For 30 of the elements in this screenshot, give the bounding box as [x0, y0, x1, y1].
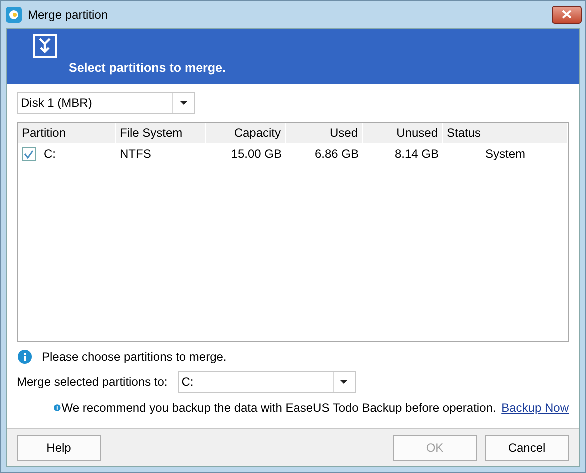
info-icon — [18, 350, 32, 364]
column-header[interactable]: Used — [286, 123, 363, 143]
merge-target-label: Merge selected partitions to: — [17, 375, 168, 389]
caret-icon — [180, 101, 188, 105]
caret-icon — [340, 380, 348, 384]
table-cell: 15.00 GB — [231, 147, 282, 161]
hint-text: Please choose partitions to merge. — [42, 350, 227, 364]
column-header[interactable]: Unused — [363, 123, 443, 143]
table-cell: 8.14 GB — [394, 147, 439, 161]
close-button[interactable] — [552, 6, 582, 24]
table-cell: C: — [44, 147, 56, 161]
column-header[interactable]: Status — [443, 123, 568, 143]
window-title: Merge partition — [28, 8, 110, 22]
column-header[interactable]: Capacity — [206, 123, 286, 143]
backup-now-link[interactable]: Backup Now — [502, 401, 569, 415]
column-header[interactable]: File System — [116, 123, 206, 143]
dialog-button[interactable]: Cancel — [485, 434, 569, 460]
row-checkbox[interactable] — [22, 147, 36, 161]
column-header[interactable]: Partition — [18, 123, 116, 143]
table-cell: 6.86 GB — [314, 147, 359, 161]
close-icon — [562, 10, 572, 19]
dialog-button[interactable]: Help — [17, 434, 101, 460]
table-cell: System — [485, 147, 526, 161]
recommend-text: We recommend you backup the data with EaseUS Todo Backup before operation. — [62, 401, 496, 415]
banner-heading: Select partitions to merge. — [69, 61, 226, 75]
table-cell: NTFS — [120, 147, 152, 161]
merge-icon — [33, 34, 57, 58]
merge-target-dropdown[interactable]: C: — [178, 371, 356, 393]
app-icon — [6, 6, 22, 22]
disk-dropdown[interactable]: Disk 1 (MBR) — [17, 92, 195, 114]
